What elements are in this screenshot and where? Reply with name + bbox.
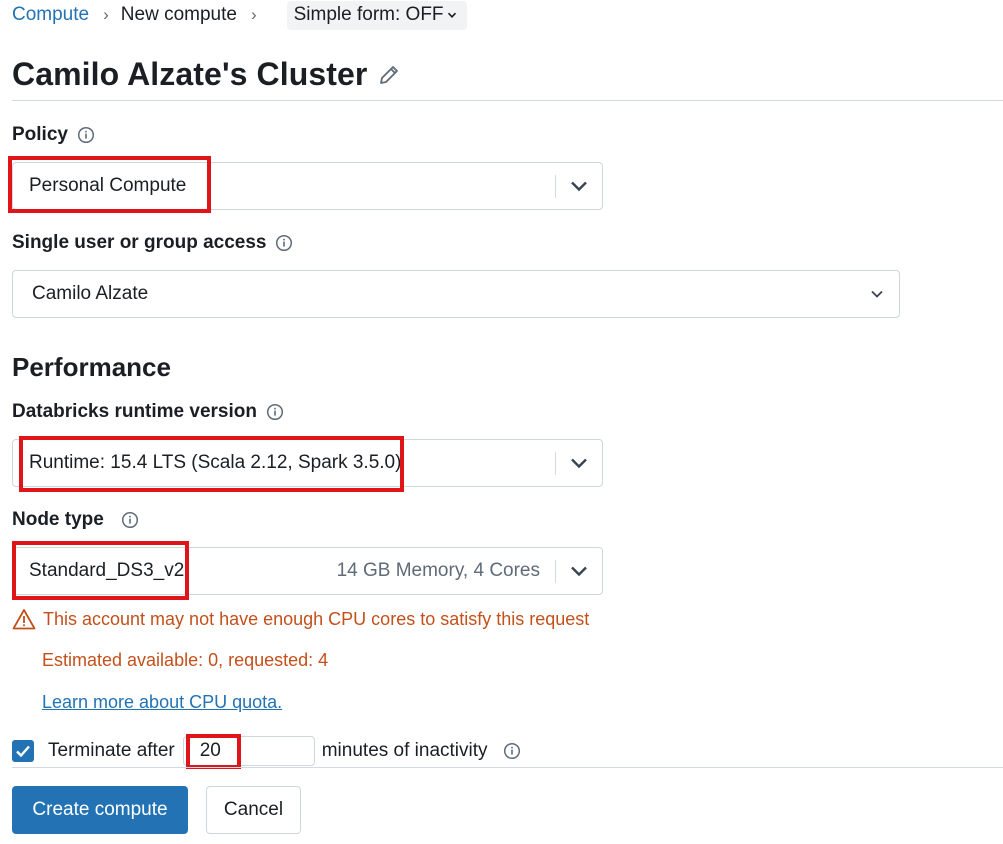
breadcrumb-current: New compute [120,4,237,25]
breadcrumb: Compute › New compute › Simple form: OFF [12,0,467,30]
info-icon[interactable] [266,403,284,421]
access-label-text: Single user or group access [12,232,267,253]
warning-triangle-icon [12,609,36,630]
chevron-down-icon[interactable] [556,440,602,486]
node-type-value: Standard_DS3_v2 [29,560,185,581]
chevron-down-icon[interactable] [556,163,602,209]
breadcrumb-compute-link[interactable]: Compute [12,4,89,26]
simple-form-label: Simple form: OFF [293,4,444,25]
create-compute-button[interactable]: Create compute [12,786,188,834]
info-icon[interactable] [77,126,95,144]
chevron-down-icon[interactable] [556,548,602,594]
chevron-down-icon[interactable] [855,271,899,317]
policy-value: Personal Compute [29,175,187,196]
footer-divider [12,767,1003,768]
title-divider [12,100,1003,101]
performance-heading: Performance [12,352,171,382]
cpu-quota-link[interactable]: Learn more about CPU quota. [42,692,282,713]
access-select[interactable]: Camilo Alzate [12,270,900,318]
runtime-label: Databricks runtime version [12,401,284,423]
info-icon[interactable] [121,511,139,529]
policy-select[interactable]: Personal Compute [12,162,603,210]
policy-label-text: Policy [12,124,68,145]
policy-label: Policy [12,124,95,146]
breadcrumb-separator-icon: › [250,5,257,24]
terminate-minutes-suffix: minutes of inactivity [321,740,488,761]
info-icon[interactable] [275,234,293,252]
access-value: Camilo Alzate [32,283,149,304]
terminate-checkbox[interactable] [12,740,34,762]
runtime-value: Runtime: 15.4 LTS (Scala 2.12, Spark 3.5… [29,452,402,473]
check-icon [16,745,30,758]
breadcrumb-separator-icon: › [103,5,109,24]
info-icon[interactable] [503,742,521,760]
pencil-icon[interactable] [377,63,401,87]
terminate-minutes-input[interactable] [182,736,315,766]
page-title: Camilo Alzate's Cluster [12,56,368,92]
node-type-label-text: Node type [12,509,104,530]
cpu-warning: This account may not have enough CPU cor… [12,608,589,630]
cancel-button[interactable]: Cancel [206,786,301,834]
runtime-label-text: Databricks runtime version [12,401,257,422]
simple-form-toggle[interactable]: Simple form: OFF [286,0,467,30]
title-row: Camilo Alzate's Cluster [12,56,401,93]
access-label: Single user or group access [12,232,293,254]
runtime-select[interactable]: Runtime: 15.4 LTS (Scala 2.12, Spark 3.5… [12,439,603,487]
node-type-label: Node type [12,509,139,531]
compute-form-page: Compute › New compute › Simple form: OFF… [0,0,1003,844]
cpu-warning-message: This account may not have enough CPU cor… [43,608,590,629]
termination-row: Terminate after minutes of inactivity [12,736,521,766]
cpu-warning-detail: Estimated available: 0, requested: 4 [42,650,329,670]
chevron-down-icon [447,12,456,18]
node-type-details: 14 GB Memory, 4 Cores [336,560,540,581]
node-type-select[interactable]: Standard_DS3_v2 14 GB Memory, 4 Cores [12,547,603,595]
terminate-label: Terminate after [48,740,175,761]
